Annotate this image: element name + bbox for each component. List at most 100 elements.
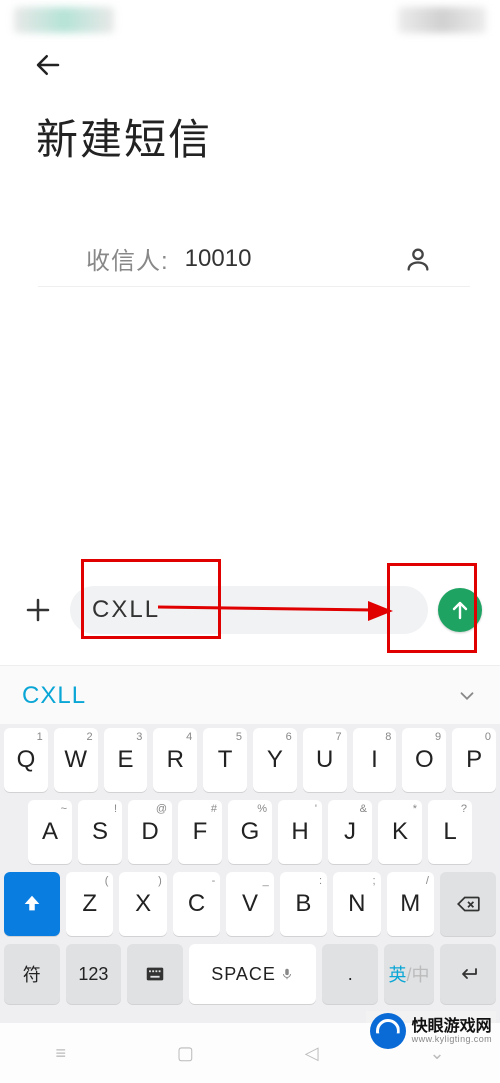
arrow-up-icon bbox=[448, 598, 472, 622]
send-button[interactable] bbox=[438, 588, 482, 632]
symbol-key[interactable]: 符 bbox=[4, 944, 60, 1004]
enter-key[interactable] bbox=[440, 944, 496, 1004]
recipient-input[interactable]: 10010 bbox=[185, 245, 402, 273]
watermark: 快眼游戏网 www.kyligting.com bbox=[366, 1011, 496, 1051]
key-secondary: : bbox=[319, 875, 322, 887]
key-secondary: ) bbox=[158, 875, 162, 887]
contacts-button[interactable] bbox=[402, 243, 434, 275]
status-left-blur bbox=[14, 7, 114, 33]
back-button[interactable] bbox=[28, 45, 68, 85]
person-icon bbox=[404, 245, 432, 273]
key-secondary: # bbox=[211, 803, 217, 815]
watermark-logo-icon bbox=[370, 1013, 406, 1049]
key-r[interactable]: R4 bbox=[153, 728, 197, 792]
key-secondary: ; bbox=[372, 875, 375, 887]
key-t[interactable]: T5 bbox=[203, 728, 247, 792]
key-m[interactable]: M/ bbox=[387, 872, 434, 936]
key-v[interactable]: V_ bbox=[226, 872, 273, 936]
key-j[interactable]: J& bbox=[328, 800, 372, 864]
key-secondary: ? bbox=[461, 803, 467, 815]
message-input[interactable]: CXLL bbox=[70, 586, 428, 634]
enter-icon bbox=[456, 962, 480, 986]
key-secondary: 3 bbox=[136, 731, 142, 743]
keyboard-row-3: Z(X)C-V_B:N;M/ bbox=[4, 872, 496, 936]
compose-row: CXLL bbox=[0, 577, 500, 643]
key-e[interactable]: E3 bbox=[104, 728, 148, 792]
key-d[interactable]: D@ bbox=[128, 800, 172, 864]
period-key[interactable]: . bbox=[322, 944, 378, 1004]
key-secondary: 5 bbox=[236, 731, 242, 743]
recipient-row: 收信人: 10010 bbox=[38, 193, 470, 287]
key-secondary: ( bbox=[105, 875, 109, 887]
status-bar bbox=[0, 0, 500, 40]
key-secondary: % bbox=[257, 803, 267, 815]
keyboard-row-1: Q1W2E3R4T5Y6U7I8O9P0 bbox=[4, 728, 496, 792]
key-secondary: & bbox=[360, 803, 367, 815]
plus-icon bbox=[23, 595, 53, 625]
key-f[interactable]: F# bbox=[178, 800, 222, 864]
key-secondary: ! bbox=[114, 803, 117, 815]
key-secondary: 0 bbox=[485, 731, 491, 743]
key-z[interactable]: Z( bbox=[66, 872, 113, 936]
backspace-icon bbox=[455, 891, 481, 917]
nav-home[interactable]: ▢ bbox=[177, 1043, 194, 1064]
key-a[interactable]: A~ bbox=[28, 800, 72, 864]
key-g[interactable]: G% bbox=[228, 800, 272, 864]
key-c[interactable]: C- bbox=[173, 872, 220, 936]
arrow-left-icon bbox=[33, 50, 63, 80]
chevron-down-icon[interactable] bbox=[456, 685, 478, 707]
keyboard: Q1W2E3R4T5Y6U7I8O9P0 A~S!D@F#G%H'J&K*L? … bbox=[0, 724, 500, 1023]
key-q[interactable]: Q1 bbox=[4, 728, 48, 792]
nav-bar bbox=[0, 40, 500, 90]
recipient-label: 收信人: bbox=[86, 241, 169, 276]
backspace-key[interactable] bbox=[440, 872, 496, 936]
key-secondary: * bbox=[413, 803, 417, 815]
lang-inactive: /中 bbox=[407, 961, 430, 987]
space-label: SPACE bbox=[211, 964, 276, 985]
key-secondary: 9 bbox=[435, 731, 441, 743]
key-secondary: ~ bbox=[61, 803, 67, 815]
message-text: CXLL bbox=[92, 596, 160, 624]
language-toggle-key[interactable]: 英/中 bbox=[384, 944, 434, 1004]
key-secondary: 1 bbox=[37, 731, 43, 743]
key-h[interactable]: H' bbox=[278, 800, 322, 864]
key-i[interactable]: I8 bbox=[353, 728, 397, 792]
key-s[interactable]: S! bbox=[78, 800, 122, 864]
space-key[interactable]: SPACE bbox=[189, 944, 317, 1004]
key-b[interactable]: B: bbox=[280, 872, 327, 936]
key-secondary: - bbox=[212, 875, 216, 887]
key-secondary: @ bbox=[156, 803, 167, 815]
key-secondary: ' bbox=[315, 803, 317, 815]
key-secondary: 4 bbox=[186, 731, 192, 743]
key-secondary: 8 bbox=[385, 731, 391, 743]
add-attachment-button[interactable] bbox=[16, 588, 60, 632]
nav-back[interactable]: ◁ bbox=[305, 1043, 319, 1064]
watermark-name: 快眼游戏网 bbox=[412, 1019, 492, 1035]
key-n[interactable]: N; bbox=[333, 872, 380, 936]
suggestion-text[interactable]: CXLL bbox=[22, 682, 456, 710]
key-p[interactable]: P0 bbox=[452, 728, 496, 792]
key-l[interactable]: L? bbox=[428, 800, 472, 864]
key-o[interactable]: O9 bbox=[402, 728, 446, 792]
key-secondary: 7 bbox=[335, 731, 341, 743]
watermark-url: www.kyligting.com bbox=[412, 1035, 492, 1044]
keyboard-switch-key[interactable] bbox=[127, 944, 183, 1004]
keyboard-row-2: A~S!D@F#G%H'J&K*L? bbox=[4, 800, 496, 864]
shift-icon bbox=[21, 893, 43, 915]
page-title: 新建短信 bbox=[0, 90, 500, 193]
key-secondary: / bbox=[426, 875, 429, 887]
key-secondary: 2 bbox=[86, 731, 92, 743]
status-right-blur bbox=[398, 7, 486, 33]
mic-icon bbox=[280, 967, 294, 981]
key-x[interactable]: X) bbox=[119, 872, 166, 936]
numeric-key[interactable]: 123 bbox=[66, 944, 122, 1004]
key-y[interactable]: Y6 bbox=[253, 728, 297, 792]
lang-active: 英 bbox=[389, 961, 407, 987]
key-secondary: 6 bbox=[286, 731, 292, 743]
key-w[interactable]: W2 bbox=[54, 728, 98, 792]
key-secondary: _ bbox=[263, 875, 269, 887]
shift-key[interactable] bbox=[4, 872, 60, 936]
key-u[interactable]: U7 bbox=[303, 728, 347, 792]
key-k[interactable]: K* bbox=[378, 800, 422, 864]
nav-recent[interactable]: ≡ bbox=[55, 1043, 66, 1064]
